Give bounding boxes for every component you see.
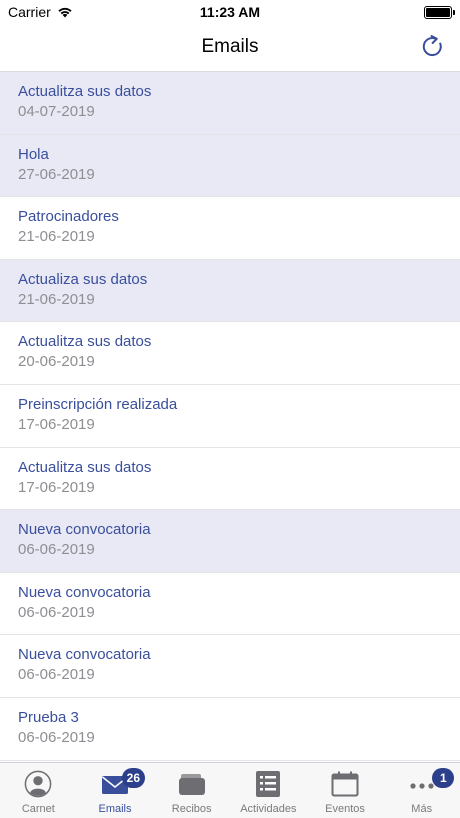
- tab-recibos[interactable]: Recibos: [153, 763, 230, 818]
- tab-label: Emails: [98, 803, 132, 815]
- email-row[interactable]: Actualitza sus datos 20-06-2019: [0, 322, 460, 385]
- email-list: Actualitza sus datos 04-07-2019 Hola 27-06-…: [0, 72, 460, 762]
- email-subject: Actualitza sus datos: [18, 83, 152, 100]
- email-subject: Patrocinadores: [18, 208, 119, 226]
- tab-emails[interactable]: Emails 26: [77, 763, 154, 818]
- tab-ms[interactable]: Más 1: [383, 763, 460, 818]
- refresh-icon[interactable]: [420, 34, 446, 60]
- email-row[interactable]: Preinscripción realizada 17-06-2019: [0, 385, 460, 448]
- email-subject: Actualitza sus datos: [18, 333, 152, 351]
- status-bar: Carrier 11:23 AM: [0, 0, 460, 24]
- email-date: 06-06-2019: [18, 728, 95, 746]
- tab-bar: Carnet Emails 26 Recibos Actividades Eventos M…: [0, 762, 460, 818]
- status-time: 11:23 AM: [199, 4, 261, 20]
- email-row[interactable]: Nueva convocatoria 06-06-2019: [0, 635, 460, 698]
- email-row[interactable]: Actualitza sus datos 04-07-2019: [0, 72, 460, 135]
- email-date: 20-06-2019: [18, 353, 95, 371]
- email-date: 17-06-2019: [18, 478, 95, 496]
- email-subject: Nueva convocatoria: [18, 646, 151, 664]
- email-date: 06-06-2019: [18, 541, 95, 559]
- email-date: 17-06-2019: [18, 415, 95, 433]
- email-subject: Nueva convocatoria: [18, 521, 151, 539]
- email-date: 27-06-2019: [18, 165, 95, 183]
- email-date: 21-06-2019: [18, 228, 95, 246]
- email-row[interactable]: Patrocinadores 21-06-2019: [0, 197, 460, 260]
- tab-eventos[interactable]: Eventos: [307, 763, 384, 818]
- email-row[interactable]: Actualiza sus datos 21-06-2019: [0, 259, 460, 323]
- navigation-bar: Emails: [0, 24, 460, 72]
- tab-label: Carnet: [21, 803, 55, 815]
- notification-badge: 1: [432, 768, 455, 788]
- email-subject: Actualiza sus datos: [18, 270, 148, 288]
- tab-actividades[interactable]: Actividades: [230, 763, 307, 818]
- tab-label: Actividades: [240, 803, 297, 815]
- list-icon: [253, 770, 283, 798]
- tab-carnet[interactable]: Carnet: [0, 763, 77, 818]
- email-row[interactable]: Hola 27-06-2019: [0, 134, 460, 198]
- notification-badge: 26: [121, 768, 146, 788]
- email-row[interactable]: Nueva convocatoria 06-06-2019: [0, 573, 460, 636]
- email-date: 06-06-2019: [18, 666, 95, 684]
- email-subject: Actualitza sus datos: [18, 458, 152, 476]
- email-row[interactable]: Prueba 3 06-06-2019: [0, 698, 460, 761]
- email-subject: Prueba 3: [18, 708, 79, 726]
- email-date: 06-06-2019: [18, 603, 95, 621]
- wallet-icon: [177, 770, 207, 798]
- email-row[interactable]: Nueva convocatoria 06-06-2019: [0, 510, 460, 573]
- email-subject: Hola: [18, 145, 49, 163]
- tab-label: Recibos: [171, 803, 212, 815]
- person-icon: [23, 770, 53, 798]
- email-row[interactable]: Actualitza sus datos 17-06-2019: [0, 448, 460, 511]
- tab-label: Eventos: [325, 803, 365, 815]
- email-subject: Preinscripción realizada: [18, 395, 178, 413]
- email-subject: Nueva convocatoria: [18, 583, 151, 601]
- battery-icon: [424, 6, 455, 19]
- page-title: Emails: [201, 36, 259, 57]
- email-date: 04-07-2019: [18, 103, 95, 120]
- email-date: 21-06-2019: [18, 290, 95, 308]
- tab-label: Más: [411, 803, 433, 815]
- calendar-icon: [330, 770, 360, 798]
